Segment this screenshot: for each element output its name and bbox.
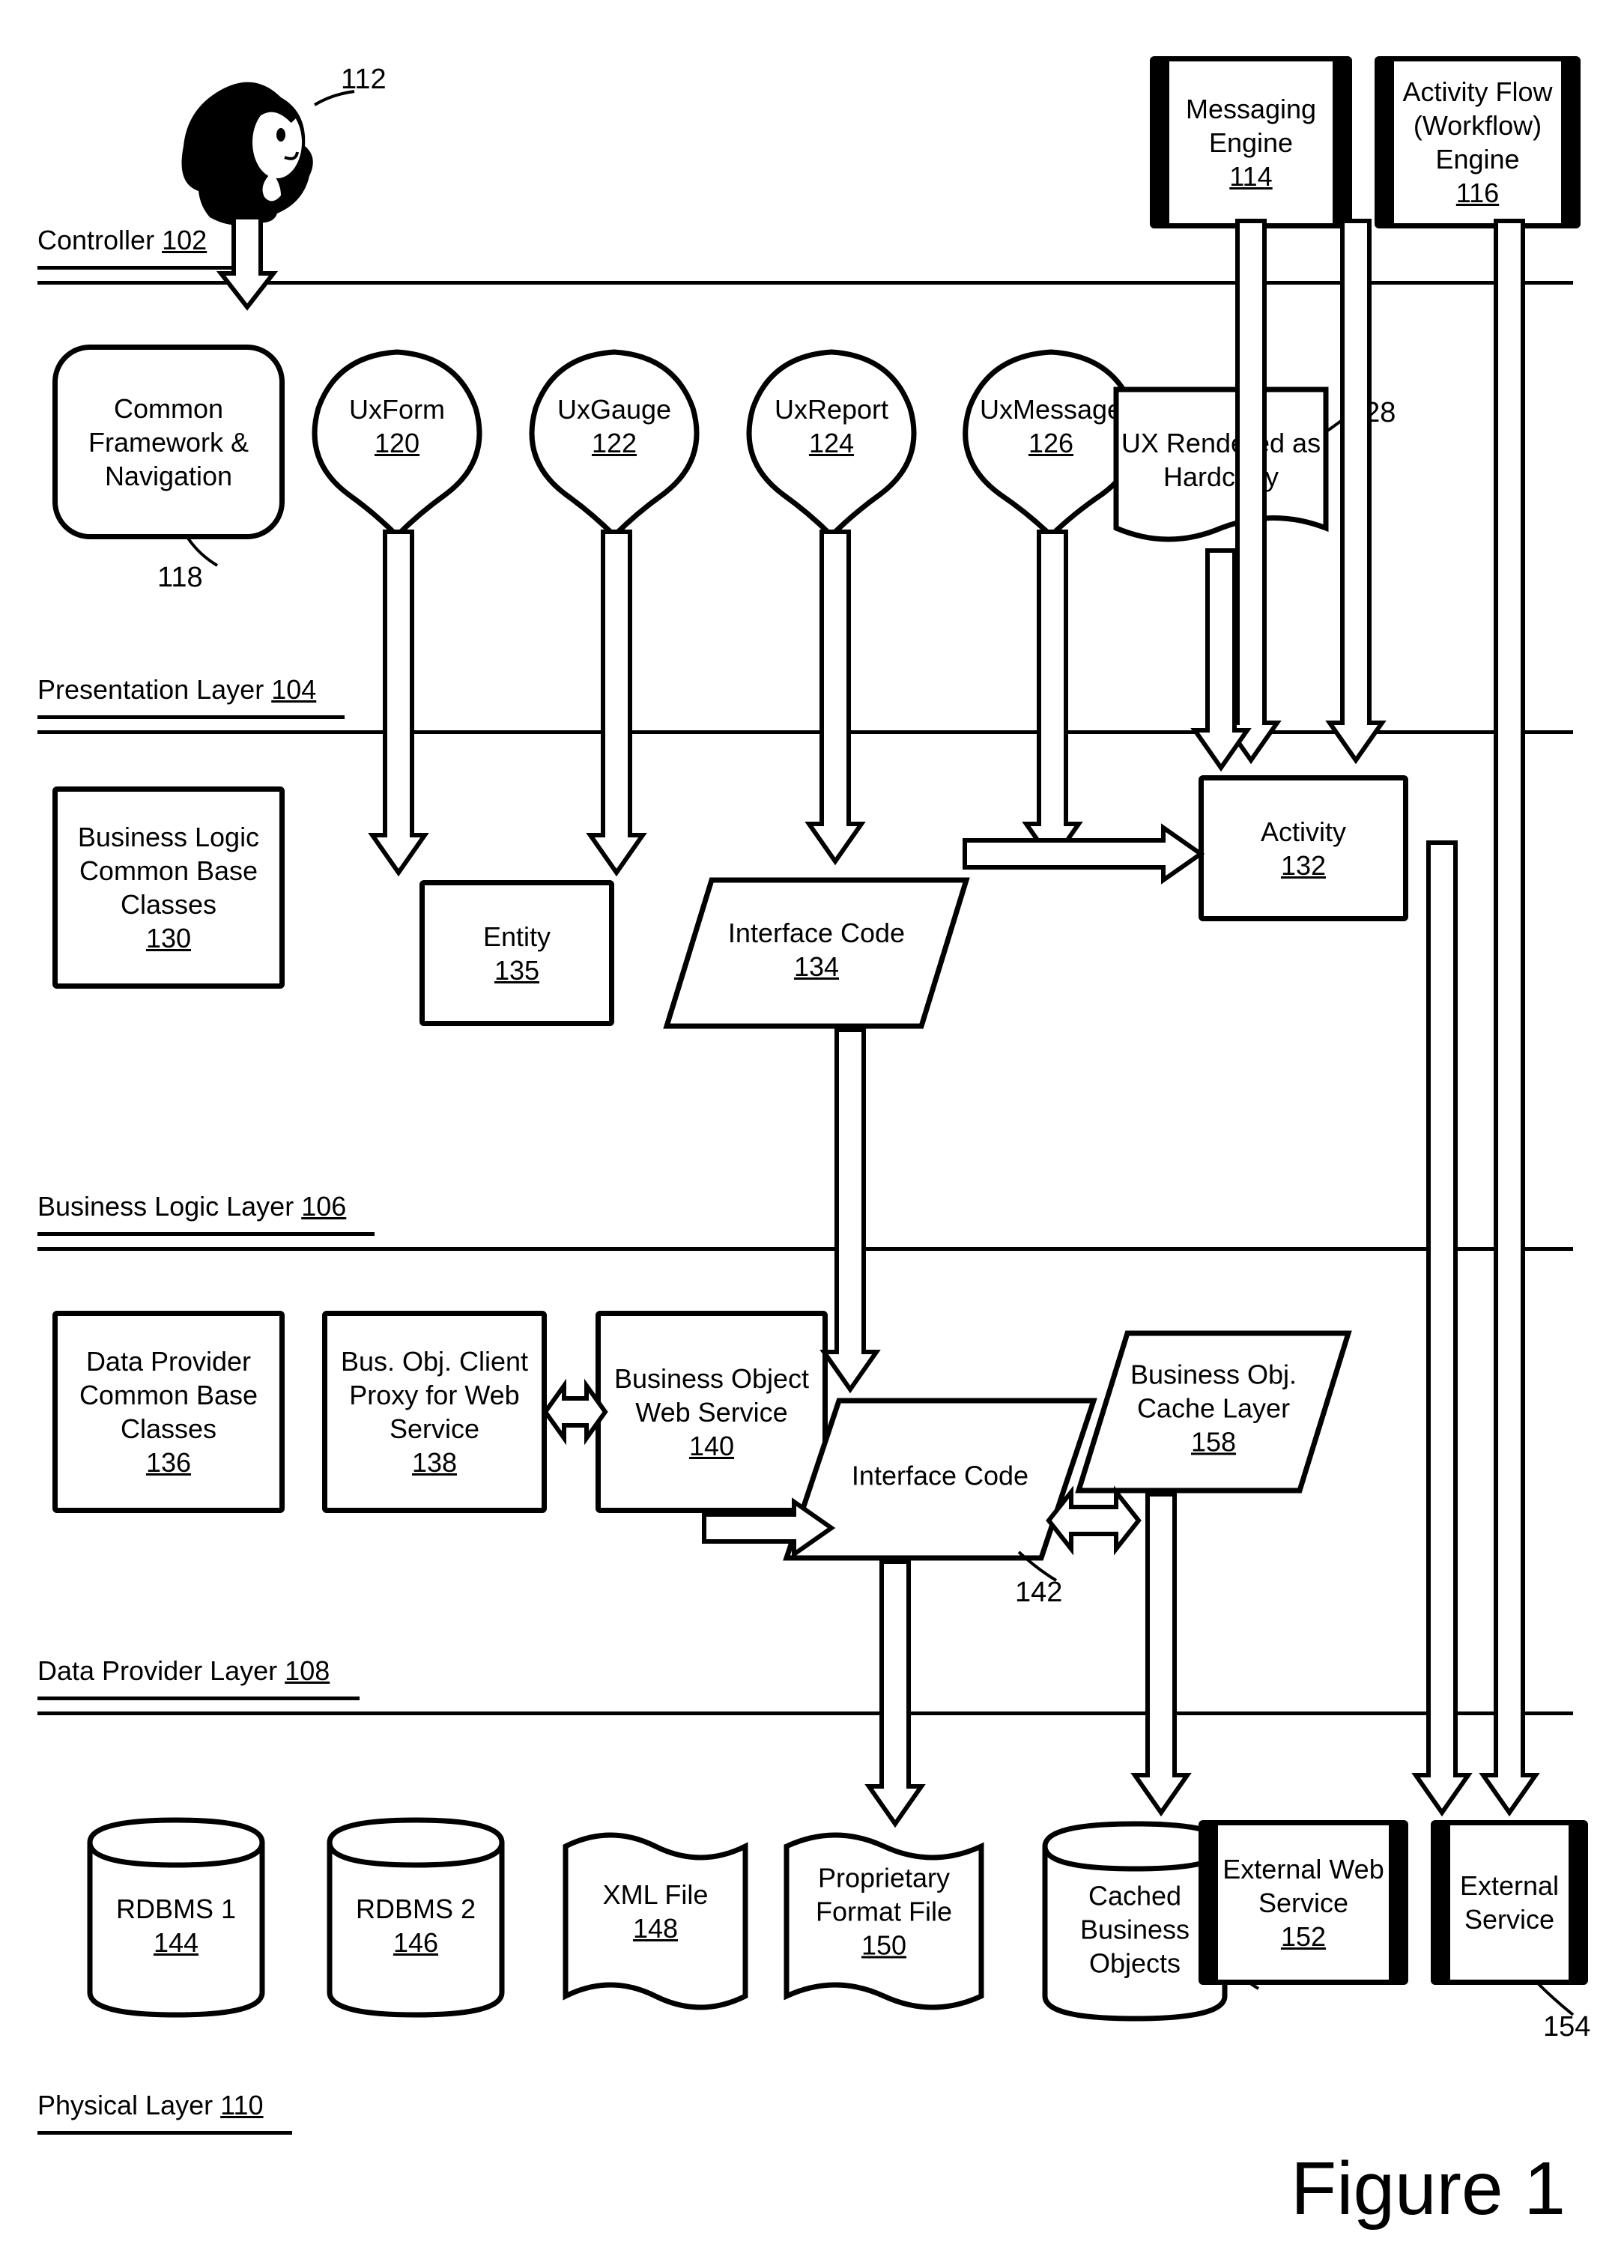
data-provider-label: Data Provider Layer 108 [37, 1655, 330, 1687]
presentation-label: Presentation Layer 104 [37, 674, 316, 706]
arrow-ws-iface [697, 1494, 839, 1562]
interface-code-bl: Interface Code134 [659, 873, 974, 1034]
business-logic-line [37, 1232, 375, 1236]
arrow-uxreport-down [802, 524, 869, 870]
controller-label: Controller 102 [37, 225, 207, 256]
arrow-hardcopy-down [1187, 543, 1255, 775]
xml-file: XML File148 [558, 1824, 753, 2019]
user-icon [169, 56, 333, 228]
architecture-diagram: Controller 102 Presentation Layer 104 Bu… [22, 22, 1596, 2232]
dp-base-classes: Data Provider Common Base Classes 136 [52, 1311, 285, 1513]
arrow-proxy-ws [538, 1378, 613, 1446]
figure-title: Figure 1 [1291, 2146, 1566, 2232]
uxreport-bubble: UxReport124 [734, 345, 929, 539]
activity-box: Activity 132 [1199, 775, 1408, 921]
rdbms1-cyl: RDBMS 1144 [82, 1813, 270, 2022]
arrow-iface-down [816, 1022, 884, 1397]
arrow-iface-prop [861, 1554, 929, 1831]
arrow-activity-extws [1408, 835, 1476, 1820]
arrow-workflow-extsvc [1476, 213, 1543, 1820]
arrow-workflow-activity [1322, 213, 1390, 768]
bl-base-classes: Business Logic Common Base Classes 130 [52, 786, 285, 989]
messaging-engine: Messaging Engine 114 [1150, 56, 1352, 228]
arrow-uxform-down [365, 524, 432, 880]
arrow-cache-down [1127, 1487, 1195, 1820]
arrow-iface-activity [957, 820, 1208, 888]
cache-layer: Business Obj. Cache Layer158 [1071, 1326, 1356, 1498]
bus-obj-proxy: Bus. Obj. Client Proxy for Web Service 1… [322, 1311, 547, 1513]
physical-line [37, 2131, 292, 2135]
presentation-line [37, 715, 345, 719]
entity-box: Entity 135 [419, 880, 614, 1026]
prop-file: Proprietary Format File150 [779, 1824, 989, 2019]
business-logic-label: Business Logic Layer 106 [37, 1191, 346, 1222]
arrow-uxmessage-down [1019, 524, 1086, 870]
arrow-uxgauge-down [583, 524, 650, 880]
physical-label: Physical Layer 110 [37, 2090, 264, 2121]
ext-web-service: External Web Service 152 [1199, 1820, 1408, 1985]
ext-service: External Service [1431, 1820, 1588, 1985]
arrow-user-down [213, 210, 281, 315]
common-framework: Common Framework & Navigation [52, 345, 285, 539]
uxform-bubble: UxForm120 [300, 345, 494, 539]
uxgauge-bubble: UxGauge122 [517, 345, 712, 539]
data-provider-line [37, 1697, 360, 1700]
workflow-engine: Activity Flow (Workflow) Engine 116 [1375, 56, 1581, 228]
rdbms2-cyl: RDBMS 2146 [322, 1813, 509, 2022]
